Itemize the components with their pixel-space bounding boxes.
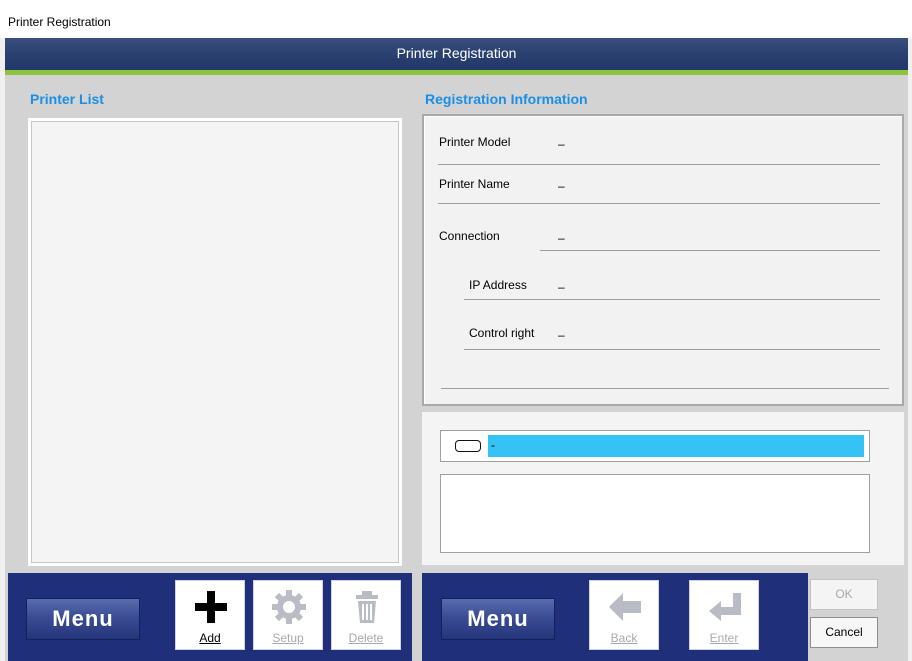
ip-address-label: IP Address xyxy=(469,278,527,292)
registration-info-panel xyxy=(422,114,904,406)
printer-model-label: Printer Model xyxy=(439,135,511,149)
registration-info-title: Registration Information xyxy=(425,91,588,107)
back-button-label: Back xyxy=(610,631,638,645)
cancel-button[interactable]: Cancel xyxy=(810,617,878,648)
divider xyxy=(464,299,880,300)
window-title: Printer Registration xyxy=(8,15,111,29)
setup-button[interactable]: Setup xyxy=(253,580,323,650)
trash-icon xyxy=(356,591,378,623)
ip-address-value: – xyxy=(558,280,565,294)
setup-button-label: Setup xyxy=(272,631,304,645)
divider xyxy=(441,388,889,389)
printer-list-title: Printer List xyxy=(30,91,104,107)
window-title-bar: Printer Registration xyxy=(0,0,912,38)
menu-button-right[interactable]: Menu xyxy=(442,599,554,639)
add-button[interactable]: Add xyxy=(175,580,245,650)
status-indicator-icon xyxy=(455,440,481,452)
enter-button[interactable]: Enter xyxy=(689,580,759,650)
page-header: Printer Registration xyxy=(5,38,908,70)
menu-button-left[interactable]: Menu xyxy=(27,599,139,639)
delete-button[interactable]: Delete xyxy=(331,580,401,650)
plus-icon xyxy=(195,591,227,623)
gear-icon xyxy=(272,590,306,624)
divider xyxy=(438,203,880,204)
control-right-value: – xyxy=(558,328,565,342)
status-bar: - xyxy=(488,435,864,457)
divider xyxy=(464,349,880,350)
enter-button-label: Enter xyxy=(709,631,739,645)
divider xyxy=(540,250,880,251)
connection-label: Connection xyxy=(439,229,500,243)
control-right-label: Control right xyxy=(469,326,535,340)
printer-model-value: – xyxy=(558,137,565,151)
back-button[interactable]: Back xyxy=(589,580,659,650)
enter-arrow-icon xyxy=(709,593,741,621)
back-arrow-icon xyxy=(609,593,641,621)
printer-name-value: – xyxy=(558,179,565,193)
printer-list[interactable] xyxy=(28,118,402,566)
ok-button[interactable]: OK xyxy=(810,579,878,610)
delete-button-label: Delete xyxy=(348,631,384,645)
connection-value: – xyxy=(558,231,565,245)
message-box xyxy=(440,474,870,553)
add-button-label: Add xyxy=(199,631,221,645)
printer-name-label: Printer Name xyxy=(439,177,510,191)
divider xyxy=(438,164,880,165)
